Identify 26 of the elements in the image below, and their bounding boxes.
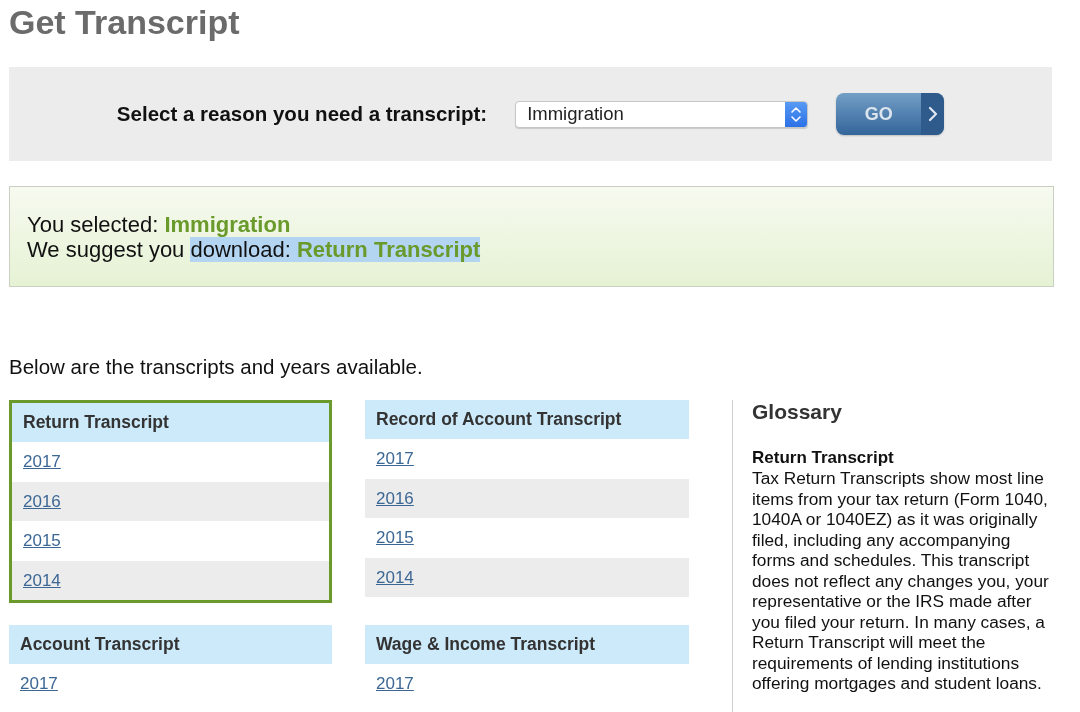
summary-text: We suggest you download: Return Transcript	[27, 236, 481, 262]
year-link[interactable]: 2015	[376, 525, 414, 551]
page-title: Get Transcript	[9, 2, 240, 42]
table-header: Return Transcript	[12, 403, 329, 442]
stepper-icon	[785, 101, 808, 127]
go-button[interactable]: GO	[836, 93, 945, 135]
year-link[interactable]: 2014	[23, 567, 61, 593]
glossary-definition: Tax Return Transcripts show most line items from your tax return (Form 1040, 1040A or 1040EZ) as it was originally filed, including any accompanying forms and schedules. This transcript does not reflect any changes you, your representative or the IRS made after you filed your return. In many cases, a Return Transcript will meet the requirements of lending institutions offering mortgages and student loans.	[752, 468, 1050, 694]
table-header: Account Transcript	[9, 625, 332, 664]
year-link[interactable]: 2017	[20, 671, 58, 697]
year-link[interactable]: 2016	[376, 485, 414, 511]
year-link[interactable]: 2016	[23, 488, 61, 514]
glossary-heading: Glossary	[752, 400, 842, 424]
year-link[interactable]: 2017	[376, 446, 414, 472]
table-header: Record of Account Transcript	[365, 400, 689, 439]
year-link[interactable]: 2015	[23, 528, 61, 554]
intro-text: Below are the transcripts and years available.	[9, 356, 423, 378]
year-link[interactable]: 2014	[376, 564, 414, 590]
reason-label: Select a reason you need a transcript:	[116, 100, 488, 127]
glossary-term: Return Transcript	[752, 448, 894, 468]
chevron-right-icon	[921, 93, 945, 135]
summary-text: You selected: Immigration	[27, 211, 291, 237]
table-header: Wage & Income Transcript	[365, 625, 689, 664]
year-link[interactable]: 2017	[376, 671, 414, 697]
reason-select[interactable]: Immigration	[515, 100, 809, 128]
year-link[interactable]: 2017	[23, 449, 61, 475]
